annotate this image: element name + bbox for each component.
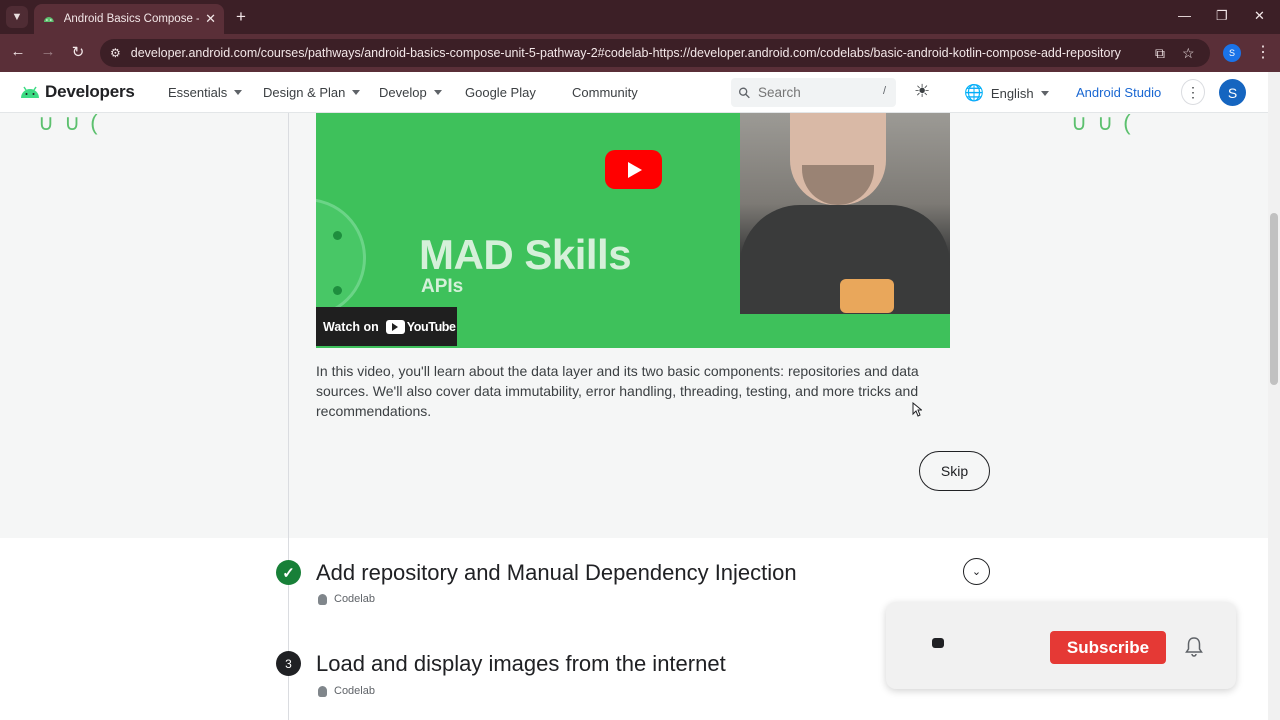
new-tab-icon[interactable]: +: [236, 7, 246, 27]
mouse-cursor-icon: [912, 402, 922, 417]
nav-label: Design & Plan: [263, 85, 346, 100]
search-input[interactable]: [758, 85, 868, 100]
address-bar[interactable]: ⚙ developer.android.com/courses/pathways…: [100, 39, 1210, 67]
nav-develop[interactable]: Develop: [379, 85, 442, 100]
forward-icon[interactable]: →: [38, 43, 58, 60]
more-options-icon[interactable]: ⋮: [1181, 79, 1205, 105]
site-info-icon[interactable]: ⚙: [110, 46, 121, 60]
decorative-squiggle: ∪∪(: [38, 110, 108, 135]
android-studio-link[interactable]: Android Studio: [1076, 85, 1161, 100]
tab-title: Android Basics Compose - Load: [63, 13, 199, 25]
nav-community[interactable]: Community: [572, 85, 638, 100]
subscribe-button[interactable]: Subscribe: [1050, 631, 1166, 664]
search-icon: ⚲: [734, 82, 755, 103]
browser-menu-icon[interactable]: ⋮: [1255, 42, 1271, 62]
decorative-squiggle: ∪∪(: [1071, 110, 1141, 135]
video-embed[interactable]: MAD Skills APIs Watch on YouTube: [316, 113, 950, 348]
close-tab-icon[interactable]: ✕: [205, 11, 216, 27]
step-type: Codelab: [318, 593, 375, 605]
channel-icon: [932, 638, 944, 648]
subscribe-overlay: Subscribe: [886, 602, 1236, 689]
url-text: developer.android.com/courses/pathways/a…: [130, 46, 1121, 60]
browser-profile-icon[interactable]: S: [1223, 44, 1241, 62]
video-description: In this video, you'll learn about the da…: [316, 363, 919, 419]
presenter-image: [740, 113, 950, 314]
minimize-icon[interactable]: —: [1178, 8, 1191, 23]
logo-text: Developers: [45, 82, 135, 101]
reload-icon[interactable]: ↻: [68, 43, 88, 61]
completed-check-icon: ✓: [276, 560, 301, 585]
watch-on-label: Watch on: [323, 319, 379, 334]
developers-logo[interactable]: Developers: [20, 82, 135, 102]
android-icon: [43, 17, 54, 22]
tab-list-button[interactable]: ▼: [6, 6, 28, 28]
page-scrollbar[interactable]: [1268, 72, 1280, 720]
step-title[interactable]: Load and display images from the interne…: [316, 651, 726, 677]
chevron-down-icon: [234, 90, 243, 95]
language-label: English: [990, 85, 1034, 101]
codelab-bulb-icon: [318, 685, 327, 697]
search-box[interactable]: ⚲ /: [731, 78, 896, 107]
bell-icon[interactable]: [1185, 636, 1203, 658]
step-number-badge: 3: [276, 651, 301, 676]
watch-on-youtube-button[interactable]: Watch on YouTube: [316, 307, 457, 346]
nav-label: Develop: [379, 85, 427, 100]
back-icon[interactable]: ←: [8, 43, 28, 60]
globe-icon: 🌐: [964, 85, 984, 102]
step-type-label: Codelab: [334, 685, 375, 697]
install-app-icon[interactable]: ⧉: [1155, 45, 1165, 62]
codelab-bulb-icon: [318, 593, 327, 605]
theme-toggle-sun-icon[interactable]: ☀: [914, 81, 930, 102]
user-avatar[interactable]: S: [1219, 79, 1246, 106]
browser-tab-bar: ▼ Android Basics Compose - Load ✕ + — ❐ …: [0, 0, 1280, 34]
video-subtitle: APIs: [421, 276, 464, 297]
nav-essentials[interactable]: Essentials: [168, 85, 243, 100]
scrollbar-thumb[interactable]: [1270, 213, 1278, 385]
step-type: Codelab: [318, 685, 375, 697]
youtube-label: YouTube: [406, 319, 456, 334]
nav-google-play[interactable]: Google Play: [465, 85, 536, 100]
step-title[interactable]: Add repository and Manual Dependency Inj…: [316, 560, 797, 586]
nav-label: Google Play: [465, 85, 536, 100]
chevron-down-icon: [433, 90, 442, 95]
site-header: Developers Essentials Design & Plan Deve…: [0, 72, 1268, 113]
expand-chevron-icon[interactable]: ⌄: [963, 558, 990, 585]
chevron-down-icon: [1040, 90, 1049, 96]
language-selector[interactable]: 🌐 English: [964, 83, 1049, 103]
chevron-down-icon: [352, 90, 361, 95]
browser-toolbar: ← → ↻ ⚙ developer.android.com/courses/pa…: [0, 34, 1280, 72]
nav-design-plan[interactable]: Design & Plan: [263, 85, 361, 100]
youtube-logo-icon: YouTube: [385, 319, 456, 334]
video-title: MAD Skills: [419, 231, 632, 278]
nav-label: Essentials: [168, 85, 228, 100]
android-logo-icon: [21, 86, 39, 98]
skip-button[interactable]: Skip: [919, 451, 990, 491]
search-shortcut-key: /: [882, 85, 886, 97]
nav-label: Community: [572, 85, 638, 100]
window-close-icon[interactable]: ✕: [1254, 8, 1265, 24]
step-type-label: Codelab: [334, 593, 375, 605]
android-robot-illustration: [316, 198, 366, 318]
bookmark-star-icon[interactable]: ☆: [1182, 45, 1195, 62]
play-icon[interactable]: [605, 150, 662, 189]
browser-tab[interactable]: Android Basics Compose - Load ✕: [34, 4, 224, 34]
pizza-pin-icon: [840, 279, 894, 313]
restore-icon[interactable]: ❐: [1216, 8, 1228, 24]
